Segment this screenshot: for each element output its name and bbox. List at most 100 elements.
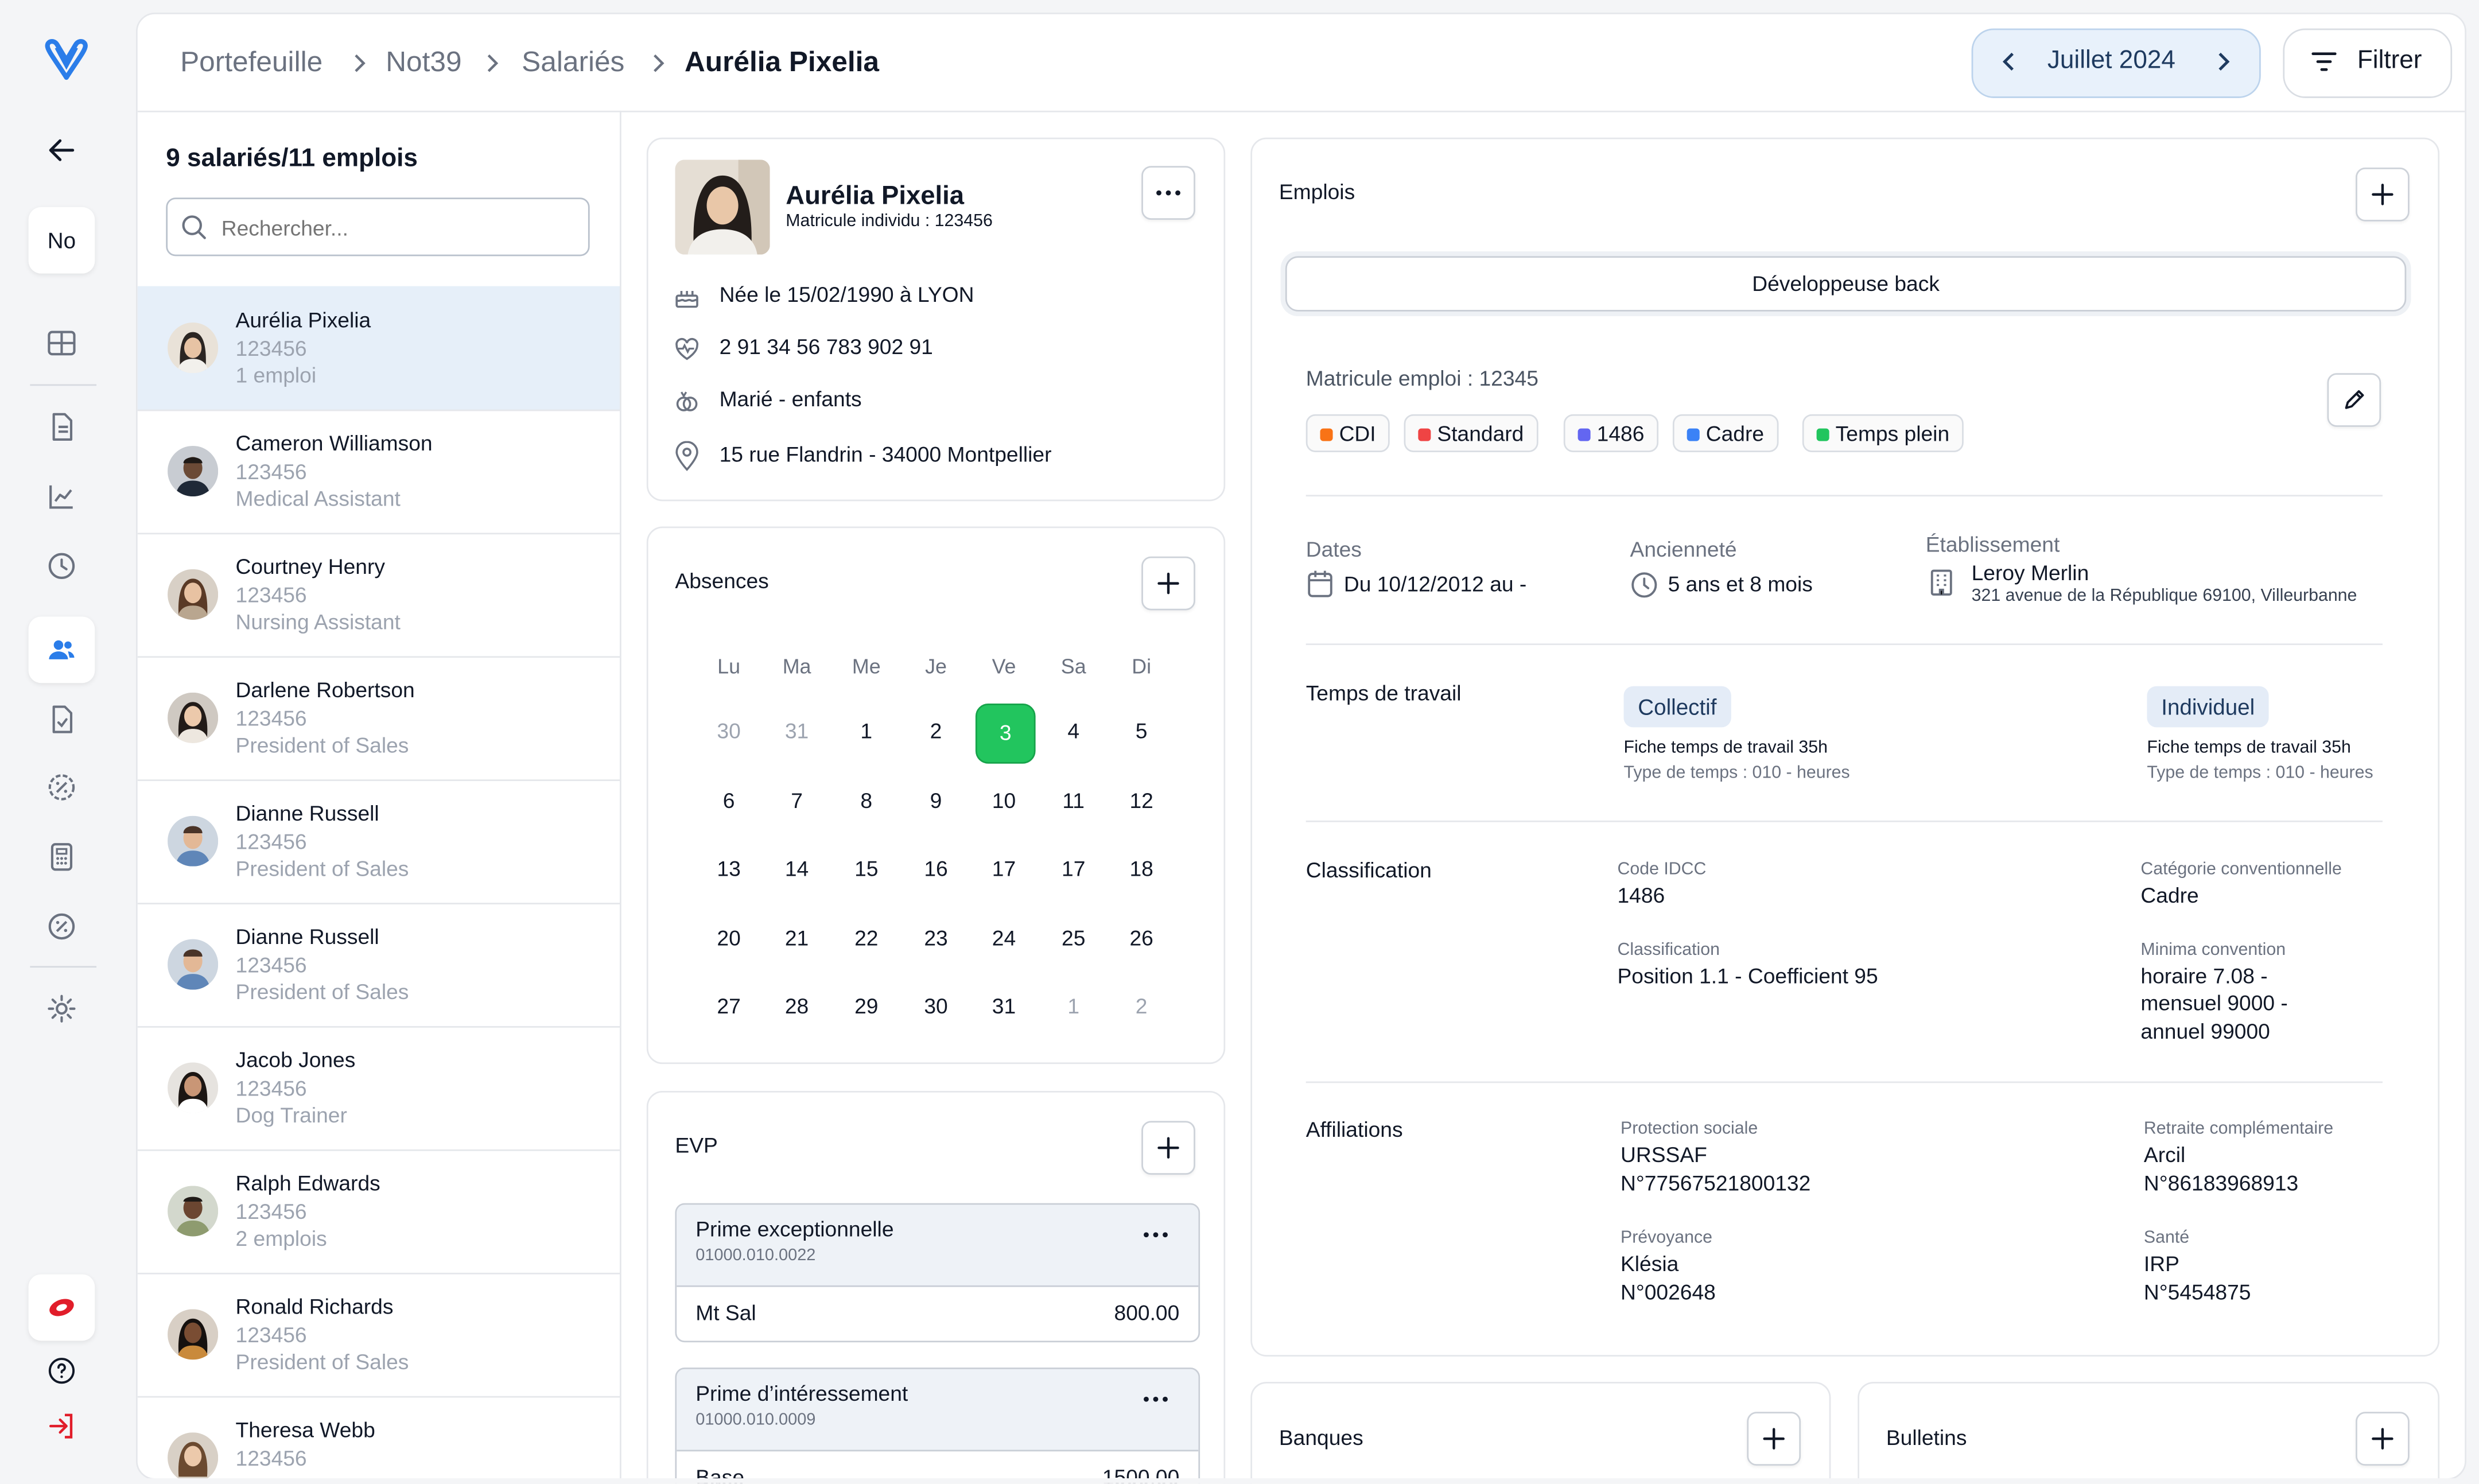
back-arrow-icon[interactable] (29, 117, 95, 184)
breadcrumb-portefeuille[interactable]: Portefeuille (180, 46, 322, 79)
calendar-day[interactable]: 24 (976, 911, 1032, 968)
weekday-label: Je (925, 654, 947, 678)
add-bulletin-button[interactable] (2356, 1412, 2410, 1466)
chart-icon[interactable] (29, 463, 95, 530)
calendar-day[interactable]: 11 (1045, 773, 1102, 830)
calendar-day[interactable]: 4 (1045, 704, 1102, 760)
employee-row[interactable]: Jacob Jones 123456 Dog Trainer (137, 1026, 620, 1151)
add-bank-button[interactable] (1747, 1412, 1801, 1466)
calendar-day[interactable]: 26 (1113, 911, 1170, 968)
add-absence-button[interactable] (1141, 556, 1195, 611)
individual-line1: Fiche temps de travail 35h (2147, 738, 2351, 757)
employee-row[interactable]: Dianne Russell 123456 President of Sales (137, 903, 620, 1028)
calendar-day[interactable]: 13 (701, 841, 757, 898)
profile-more-button[interactable] (1141, 166, 1195, 220)
calendar-day[interactable]: 9 (907, 773, 964, 830)
calendar-day[interactable]: 6 (701, 773, 757, 830)
partner-logo-icon[interactable] (28, 1274, 95, 1341)
calendar-day[interactable]: 12 (1113, 773, 1170, 830)
employee-row[interactable]: Cameron Williamson 123456 Medical Assist… (137, 410, 620, 535)
employee-row[interactable]: Ralph Edwards 123456 2 emplois (137, 1149, 620, 1275)
divider (1305, 1081, 2383, 1083)
calendar-day[interactable]: 25 (1045, 911, 1102, 968)
tag-color-dot (1320, 428, 1333, 441)
calendar-day[interactable]: 7 (768, 773, 825, 830)
calendar-day[interactable]: 17 (976, 841, 1032, 898)
calendar-day[interactable]: 1 (1045, 978, 1102, 1035)
collective-line1: Fiche temps de travail 35h (1623, 738, 1828, 757)
calendar-day[interactable]: 2 (907, 704, 964, 760)
health-heart-icon (674, 335, 701, 362)
calendar-day[interactable]: 28 (768, 978, 825, 1035)
breadcrumb-not39[interactable]: Not39 (386, 46, 461, 79)
next-month-icon[interactable] (2213, 49, 2232, 74)
employee-row[interactable]: Theresa Webb 123456 (138, 1396, 620, 1479)
percent-badge-icon[interactable] (29, 754, 95, 821)
evp-item-more-icon[interactable] (1143, 1232, 1168, 1238)
employee-row[interactable]: Ronald Richards 123456 President of Sale… (137, 1273, 620, 1398)
divider (1305, 820, 2383, 822)
calendar-day[interactable]: 18 (1113, 841, 1170, 898)
add-emploi-button[interactable] (2356, 168, 2410, 222)
calendar-day[interactable]: 14 (768, 841, 825, 898)
employee-row[interactable]: Courtney Henry 123456 Nursing Assistant (137, 533, 620, 658)
calendar-day[interactable]: 22 (838, 911, 895, 968)
social-protection-number: N°77567521800132 (1620, 1171, 1811, 1195)
minima-line: annuel 99000 (2140, 1020, 2270, 1044)
calculator-icon[interactable] (29, 823, 95, 890)
tag-label: Cadre (1705, 422, 1765, 446)
calendar-day[interactable]: 15 (838, 841, 895, 898)
previous-month-icon[interactable] (2000, 49, 2019, 74)
job-tag: CDI (1305, 414, 1390, 452)
employee-search-box (166, 197, 590, 257)
calendar-day[interactable]: 31 (768, 704, 825, 760)
calendar-day[interactable]: 5 (1113, 704, 1170, 760)
weekday-label: Lu (717, 654, 741, 678)
document-icon[interactable] (29, 394, 95, 460)
family-status: Marié - enfants (719, 387, 862, 411)
calendar-day[interactable]: 29 (838, 978, 895, 1035)
employee-name: Ronald Richards (235, 1295, 394, 1319)
calendar-day[interactable]: 3 (975, 704, 1036, 764)
location-pin-icon (674, 441, 701, 471)
evp-item-name: Prime d’intéressement (695, 1381, 908, 1406)
add-evp-button[interactable] (1141, 1121, 1195, 1175)
org-badge[interactable]: No (28, 207, 95, 274)
discount-badge-icon[interactable] (29, 893, 95, 960)
employee-row[interactable]: Darlene Robertson 123456 President of Sa… (137, 656, 620, 782)
classification-title: Classification (1305, 858, 1432, 883)
settings-gear-icon[interactable] (29, 976, 95, 1042)
employee-row[interactable]: Aurélia Pixelia 123456 1 emploi (137, 286, 620, 411)
job-tag: Cadre (1672, 414, 1778, 452)
calendar-day[interactable]: 17 (1045, 841, 1102, 898)
calendar-day[interactable]: 16 (907, 841, 964, 898)
calendar-day[interactable]: 20 (701, 911, 757, 968)
breadcrumb-chevron-icon (482, 50, 501, 76)
tag-label: Temps plein (1835, 422, 1950, 446)
calendar-day[interactable]: 27 (701, 978, 757, 1035)
calendar-day[interactable]: 30 (907, 978, 964, 1035)
calendar-day[interactable]: 2 (1113, 978, 1170, 1035)
dashboard-grid-icon[interactable] (29, 310, 95, 376)
employee-row[interactable]: Dianne Russell 123456 President of Sales (137, 779, 620, 904)
breadcrumb-salaries[interactable]: Salariés (522, 46, 624, 79)
logout-icon[interactable] (29, 1393, 95, 1459)
calendar-day[interactable]: 21 (768, 911, 825, 968)
employees-icon[interactable] (28, 616, 95, 683)
calendar-day[interactable]: 8 (838, 773, 895, 830)
calendar-day[interactable]: 10 (976, 773, 1032, 830)
filter-button[interactable]: Filtrer (2283, 28, 2453, 98)
evp-item-name: Prime exceptionnelle (695, 1217, 894, 1241)
job-tab[interactable]: Développeuse back (1285, 256, 2407, 312)
file-check-icon[interactable] (29, 686, 95, 753)
address: 15 rue Flandrin - 34000 Montpellier (719, 442, 1052, 467)
employee-search-input[interactable] (218, 210, 573, 246)
calendar-day[interactable]: 30 (701, 704, 757, 760)
edit-job-button[interactable] (2327, 373, 2381, 427)
calendar-day[interactable]: 1 (838, 704, 895, 760)
calendar-day[interactable]: 23 (907, 911, 964, 968)
evp-item-more-icon[interactable] (1143, 1396, 1168, 1403)
calendar-day[interactable]: 31 (976, 978, 1032, 1035)
clock-icon[interactable] (29, 533, 95, 599)
weekday-label: Ve (992, 654, 1016, 678)
